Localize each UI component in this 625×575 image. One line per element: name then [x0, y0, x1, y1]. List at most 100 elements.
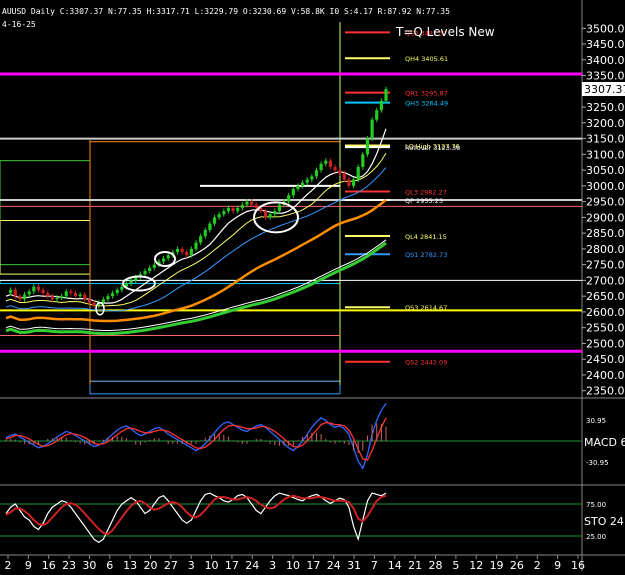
candle-body: [361, 154, 365, 167]
header-date: 4-16-25: [2, 20, 36, 29]
candle-body: [384, 89, 388, 101]
price-tick-label: 2900.00: [586, 211, 625, 224]
last-price-label: 3307.37: [584, 83, 625, 96]
date-tick-label: 14: [388, 559, 402, 571]
level-label-qs1: QS1 2782.73: [405, 251, 447, 259]
date-tick-label: 31: [347, 559, 361, 571]
candle-body: [27, 291, 31, 295]
date-tick-label: 26: [510, 559, 524, 571]
price-tick-label: 3500.00: [586, 22, 625, 35]
candle-body: [268, 214, 272, 218]
price-tick-label: 3150.00: [586, 133, 625, 146]
candle-body: [60, 296, 64, 298]
level-label-ql3: QL3 2982.27: [405, 189, 447, 197]
chart-canvas[interactable]: QS2 3487.37QH4 3405.61QR1 3295.87QH3 326…: [0, 0, 625, 572]
candle-body: [212, 217, 217, 224]
candle-body: [319, 163, 323, 171]
candle-body: [41, 289, 45, 294]
candle-body: [236, 207, 240, 212]
candle-body: [314, 170, 319, 177]
date-tick-label: 27: [164, 559, 178, 571]
level-label-rollover: Rollover 3123.38: [405, 144, 460, 152]
candle-body: [296, 185, 300, 190]
candle-body: [83, 294, 87, 300]
macd-tick-label: -30.95: [586, 459, 609, 467]
candle-body: [194, 242, 198, 249]
header-info: AUUSD Daily C:3307.37 N:77.35 H:3317.71 …: [2, 7, 450, 16]
date-tick-label: 5: [452, 559, 459, 571]
candle-body: [9, 289, 13, 294]
candle-body: [36, 286, 41, 290]
price-tick-label: 2500.00: [586, 337, 625, 350]
sto-label: STO 24: [584, 515, 624, 528]
trading-chart[interactable]: QS2 3487.37 QH4 3405.61 QR1 3295.87 QH3 326…: [0, 0, 625, 572]
date-tick-label: 10: [286, 559, 300, 571]
candle-body: [333, 166, 337, 171]
date-tick-label: 24: [327, 559, 341, 571]
date-tick-label: 6: [106, 559, 113, 571]
candle-body: [46, 293, 50, 297]
candle-body: [106, 296, 110, 300]
date-tick-label: 2: [534, 559, 541, 571]
price-tick-label: 3050.00: [586, 164, 625, 177]
price-tick-label: 3000.00: [586, 180, 625, 193]
price-tick-label: 3200.00: [586, 117, 625, 130]
candle-body: [273, 211, 277, 215]
date-tick-label: 30: [82, 559, 96, 571]
candle-body: [110, 293, 115, 297]
macd-label: MACD 6: [584, 436, 625, 449]
candle-body: [324, 160, 328, 164]
price-tick-label: 2750.00: [586, 259, 625, 272]
candle-body: [101, 299, 105, 303]
macd-tick-label: 30.95: [586, 417, 606, 425]
candle-body: [208, 223, 212, 230]
level-label-qh4: QH4 3405.61: [405, 55, 448, 63]
candle-body: [342, 173, 346, 180]
price-tick-label: 2800.00: [586, 243, 625, 256]
candle-body: [22, 294, 27, 300]
date-tick-label: 19: [490, 559, 504, 571]
price-tick-label: 3350.00: [586, 70, 625, 83]
candle-body: [180, 248, 184, 253]
price-tick-label: 2600.00: [586, 306, 625, 319]
candle-body: [143, 270, 147, 275]
level-label-qr1: QR1 3295.87: [405, 90, 448, 98]
price-tick-label: 2700.00: [586, 274, 625, 287]
price-tick-label: 2450.00: [586, 353, 625, 366]
candle-body: [120, 286, 124, 290]
date-tick-label: 17: [306, 559, 320, 571]
candle-body: [87, 299, 92, 303]
date-tick-label: 10: [205, 559, 219, 571]
candle-body: [287, 195, 291, 202]
candle-body: [13, 289, 17, 297]
candle-body: [185, 252, 189, 256]
price-tick-label: 2950.00: [586, 196, 625, 209]
candle-body: [189, 248, 193, 256]
date-tick-label: 2: [5, 559, 12, 571]
candle-body: [263, 211, 268, 218]
chart-title: T=Q Levels New: [395, 25, 495, 39]
candle-body: [217, 214, 221, 218]
date-tick-label: 28: [429, 559, 443, 571]
candle-body: [78, 294, 82, 297]
date-tick-label: 20: [144, 559, 158, 571]
price-tick-label: 2550.00: [586, 322, 625, 335]
price-tick-label: 3450.00: [586, 38, 625, 51]
candle-body: [328, 160, 332, 167]
price-tick-label: 2350.00: [586, 385, 625, 398]
candle-body: [254, 204, 258, 208]
candle-body: [226, 207, 231, 212]
level-label-qs3: QS3 2614.67: [405, 304, 447, 312]
candle-body: [338, 170, 342, 174]
price-tick-label: 3100.00: [586, 148, 625, 161]
candle-body: [379, 100, 383, 111]
candle-body: [55, 297, 59, 300]
candle-body: [370, 119, 374, 139]
price-tick-label: 2650.00: [586, 290, 625, 303]
sto-tick-label: 25.00: [586, 533, 606, 541]
price-tick-label: 3250.00: [586, 101, 625, 114]
level-label-qp: QP 2955.23: [405, 197, 443, 205]
date-tick-label: 9: [25, 559, 32, 571]
price-tick-label: 2400.00: [586, 369, 625, 382]
date-tick-label: 23: [62, 559, 76, 571]
